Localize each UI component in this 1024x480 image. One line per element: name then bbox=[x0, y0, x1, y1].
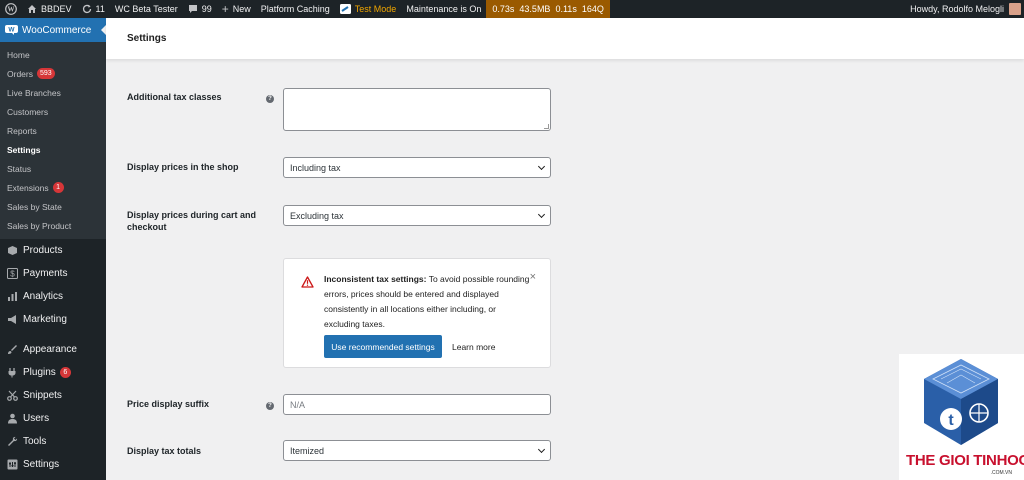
wordpress-logo-icon[interactable]: W bbox=[0, 0, 22, 18]
platform-caching-link[interactable]: Platform Caching bbox=[256, 0, 335, 18]
inconsistent-tax-notice: Inconsistent tax settings: To avoid poss… bbox=[283, 258, 551, 368]
close-icon[interactable]: × bbox=[530, 271, 536, 283]
notice-message: Inconsistent tax settings: To avoid poss… bbox=[324, 272, 534, 332]
submenu-reports[interactable]: Reports bbox=[0, 121, 106, 140]
svg-text:W: W bbox=[8, 6, 15, 14]
use-recommended-settings-button[interactable]: Use recommended settings bbox=[324, 335, 442, 358]
svg-text:W: W bbox=[8, 27, 15, 34]
page-header: Settings bbox=[106, 18, 1024, 59]
home-icon bbox=[27, 4, 37, 14]
payments-icon: $ bbox=[6, 268, 18, 280]
site-name-link[interactable]: BBDEV bbox=[22, 0, 77, 18]
display-tax-totals-label: Display tax totals bbox=[127, 446, 202, 456]
menu-plugins[interactable]: Plugins 6 bbox=[0, 361, 106, 384]
plus-icon: + bbox=[221, 2, 229, 16]
svg-text:$: $ bbox=[10, 270, 15, 279]
menu-woocommerce[interactable]: W WooCommerce bbox=[0, 18, 106, 42]
plugins-icon bbox=[6, 367, 18, 379]
submenu-live-branches[interactable]: Live Branches bbox=[0, 83, 106, 102]
menu-analytics[interactable]: Analytics bbox=[0, 285, 106, 308]
additional-tax-classes-textarea[interactable] bbox=[283, 88, 551, 131]
display-tax-totals-select[interactable]: Itemized bbox=[283, 440, 551, 461]
display-prices-cart-select[interactable]: Excluding tax bbox=[283, 205, 551, 226]
menu-tools[interactable]: Tools bbox=[0, 430, 106, 453]
marketing-icon bbox=[6, 314, 18, 326]
menu-appearance[interactable]: Appearance bbox=[0, 338, 106, 361]
additional-tax-classes-label: Additional tax classes bbox=[127, 92, 222, 102]
submenu-customers[interactable]: Customers bbox=[0, 102, 106, 121]
avatar bbox=[1009, 3, 1021, 15]
svg-text:t: t bbox=[948, 412, 954, 429]
resize-handle-icon[interactable] bbox=[544, 124, 549, 129]
submenu-extensions[interactable]: Extensions 1 bbox=[0, 178, 106, 197]
refresh-icon bbox=[82, 4, 92, 14]
plugins-count-badge: 6 bbox=[59, 367, 71, 378]
comment-icon bbox=[188, 4, 198, 14]
menu-payments[interactable]: $ Payments bbox=[0, 262, 106, 285]
display-prices-shop-select[interactable]: Including tax bbox=[283, 157, 551, 178]
beta-tester-link[interactable]: WC Beta Tester bbox=[110, 0, 183, 18]
warning-icon bbox=[301, 276, 314, 291]
notice-title: Inconsistent tax settings: bbox=[324, 274, 427, 284]
appearance-icon bbox=[6, 344, 18, 356]
watermark-text: THE GIOI TINHOC bbox=[906, 452, 1024, 469]
woocommerce-icon: W bbox=[5, 25, 18, 35]
orders-count-badge: 593 bbox=[36, 68, 55, 79]
settings-icon bbox=[6, 459, 18, 471]
submenu-home[interactable]: Home bbox=[0, 45, 106, 64]
admin-sidebar: W WooCommerce Home Orders 593 Live Branch… bbox=[0, 18, 106, 480]
learn-more-link[interactable]: Learn more bbox=[452, 335, 495, 358]
comments-link[interactable]: 99 bbox=[183, 0, 217, 18]
menu-settings[interactable]: Settings bbox=[0, 453, 106, 476]
account-menu[interactable]: Howdy, Rodolfo Melogli bbox=[910, 0, 1024, 18]
submenu-status[interactable]: Status bbox=[0, 159, 106, 178]
watermark-logo: t bbox=[924, 359, 998, 445]
submenu-sales-by-product[interactable]: Sales by Product bbox=[0, 216, 106, 235]
woocommerce-submenu: Home Orders 593 Live Branches Customers R… bbox=[0, 42, 106, 239]
display-prices-cart-label: Display prices during cart and checkout bbox=[127, 210, 257, 232]
howdy-text: Howdy, Rodolfo Melogli bbox=[910, 4, 1004, 14]
users-icon bbox=[6, 413, 18, 425]
submenu-orders[interactable]: Orders 593 bbox=[0, 64, 106, 83]
stripe-icon bbox=[339, 4, 351, 14]
page-title: Settings bbox=[127, 33, 167, 44]
analytics-icon bbox=[6, 291, 18, 303]
watermark: t THE GIOI TINHOC .COM.VN bbox=[899, 354, 1024, 480]
admin-bar: W BBDEV 11 WC Beta Tester 99 + New Platf… bbox=[0, 0, 1024, 18]
menu-users[interactable]: Users bbox=[0, 407, 106, 430]
updates-link[interactable]: 11 bbox=[77, 0, 110, 18]
display-prices-shop-label: Display prices in the shop bbox=[127, 162, 239, 172]
help-icon[interactable]: ? bbox=[266, 402, 274, 410]
submenu-settings[interactable]: Settings bbox=[0, 140, 106, 159]
snippets-icon bbox=[6, 390, 18, 402]
price-display-suffix-input[interactable]: N/A bbox=[283, 394, 551, 415]
menu-marketing[interactable]: Marketing bbox=[0, 308, 106, 331]
menu-products[interactable]: Products bbox=[0, 239, 106, 262]
tools-icon bbox=[6, 436, 18, 448]
extensions-count-badge: 1 bbox=[52, 182, 64, 193]
maintenance-link[interactable]: Maintenance is On bbox=[401, 0, 486, 18]
help-icon[interactable]: ? bbox=[266, 95, 274, 103]
menu-separator bbox=[0, 331, 106, 338]
products-icon bbox=[6, 245, 18, 257]
query-monitor-link[interactable]: 0.73s 43.5MB 0.11s 164Q bbox=[486, 0, 610, 18]
submenu-sales-by-state[interactable]: Sales by State bbox=[0, 197, 106, 216]
test-mode-link[interactable]: Test Mode bbox=[335, 0, 402, 18]
price-display-suffix-label: Price display suffix bbox=[127, 399, 210, 409]
new-content-link[interactable]: + New bbox=[217, 0, 256, 18]
watermark-subtext: .COM.VN bbox=[990, 470, 1012, 476]
menu-snippets[interactable]: Snippets bbox=[0, 384, 106, 407]
